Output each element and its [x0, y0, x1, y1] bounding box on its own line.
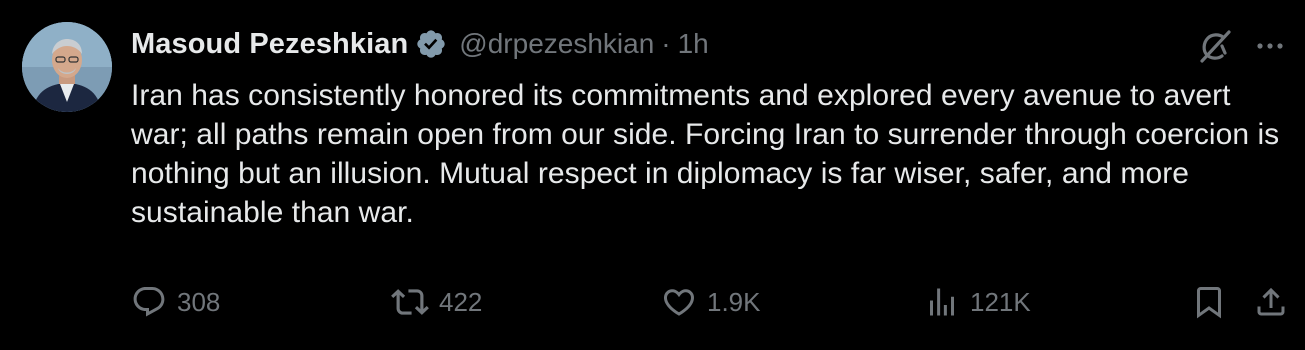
verified-badge-icon[interactable] — [415, 28, 447, 60]
like-button[interactable]: 1.9K — [661, 282, 761, 322]
action-bar: 308 422 1.9K 121K — [131, 282, 1291, 322]
more-icon[interactable] — [1253, 32, 1287, 60]
tweet: Masoud Pezeshkian @drpezeshkian · 1h Ira… — [0, 0, 1305, 350]
repost-count: 422 — [439, 286, 483, 317]
views-count: 121K — [970, 286, 1031, 317]
author-name[interactable]: Masoud Pezeshkian — [131, 28, 408, 61]
views-icon — [930, 288, 954, 316]
reply-count: 308 — [177, 286, 221, 317]
bookmark-button[interactable] — [1191, 282, 1227, 322]
reply-button[interactable]: 308 — [131, 282, 220, 322]
bookmark-icon — [1197, 287, 1221, 319]
tweet-text: Iran has consistently honored its commit… — [131, 79, 1280, 229]
share-button[interactable] — [1253, 282, 1289, 322]
post-time[interactable]: 1h — [678, 28, 709, 60]
views-button[interactable]: 121K — [924, 282, 1031, 322]
author-handle[interactable]: @drpezeshkian — [459, 28, 654, 60]
grok-icon[interactable] — [1195, 26, 1235, 66]
separator-dot: · — [661, 28, 671, 59]
reply-icon — [133, 287, 165, 317]
repost-button[interactable]: 422 — [391, 282, 482, 322]
share-icon — [1257, 287, 1285, 316]
like-count: 1.9K — [707, 286, 761, 317]
avatar[interactable] — [22, 22, 112, 112]
repost-icon — [391, 289, 429, 315]
like-icon — [663, 289, 695, 316]
tweet-header: Masoud Pezeshkian @drpezeshkian · 1h — [131, 24, 709, 64]
